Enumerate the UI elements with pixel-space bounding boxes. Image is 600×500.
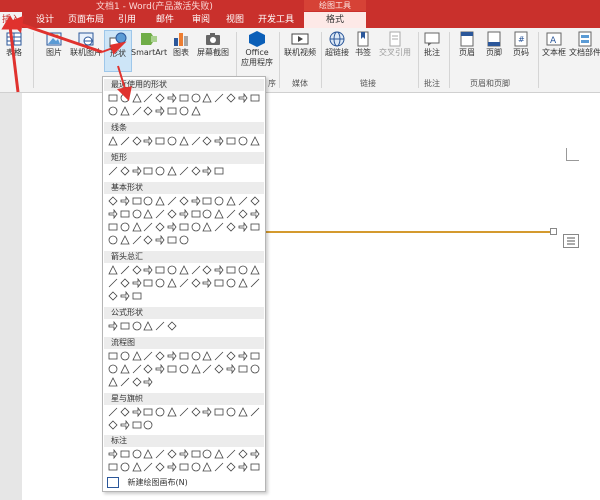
annotation-arrows [1, 15, 132, 102]
